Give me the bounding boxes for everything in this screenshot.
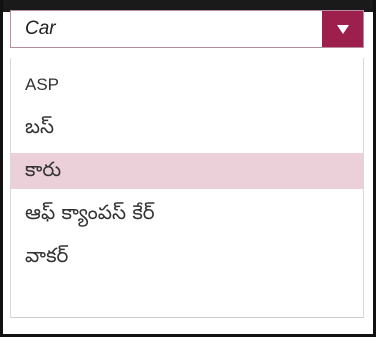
option-car[interactable]: కారు [11, 153, 363, 189]
option-walker[interactable]: వాకర్ [11, 239, 363, 275]
dropdown-options-list: ASP బస్ కారు ఆఫ్ క్యాంపస్ కేర్ వాకర్ [10, 58, 364, 318]
select-current-value[interactable]: Car [11, 11, 322, 47]
option-asp[interactable]: ASP [11, 67, 363, 103]
triangle-down-icon [336, 24, 349, 34]
dropdown-screenshot: Car ASP బస్ కారు ఆఫ్ క్యాంపస్ కేర్ వాకర్ [0, 0, 376, 337]
frame-edge-left [0, 0, 3, 337]
select-toggle-button[interactable] [322, 11, 363, 47]
option-off-campus-care[interactable]: ఆఫ్ క్యాంపస్ కేర్ [11, 196, 363, 232]
option-bus[interactable]: బస్ [11, 110, 363, 146]
transport-select[interactable]: Car [10, 10, 364, 48]
